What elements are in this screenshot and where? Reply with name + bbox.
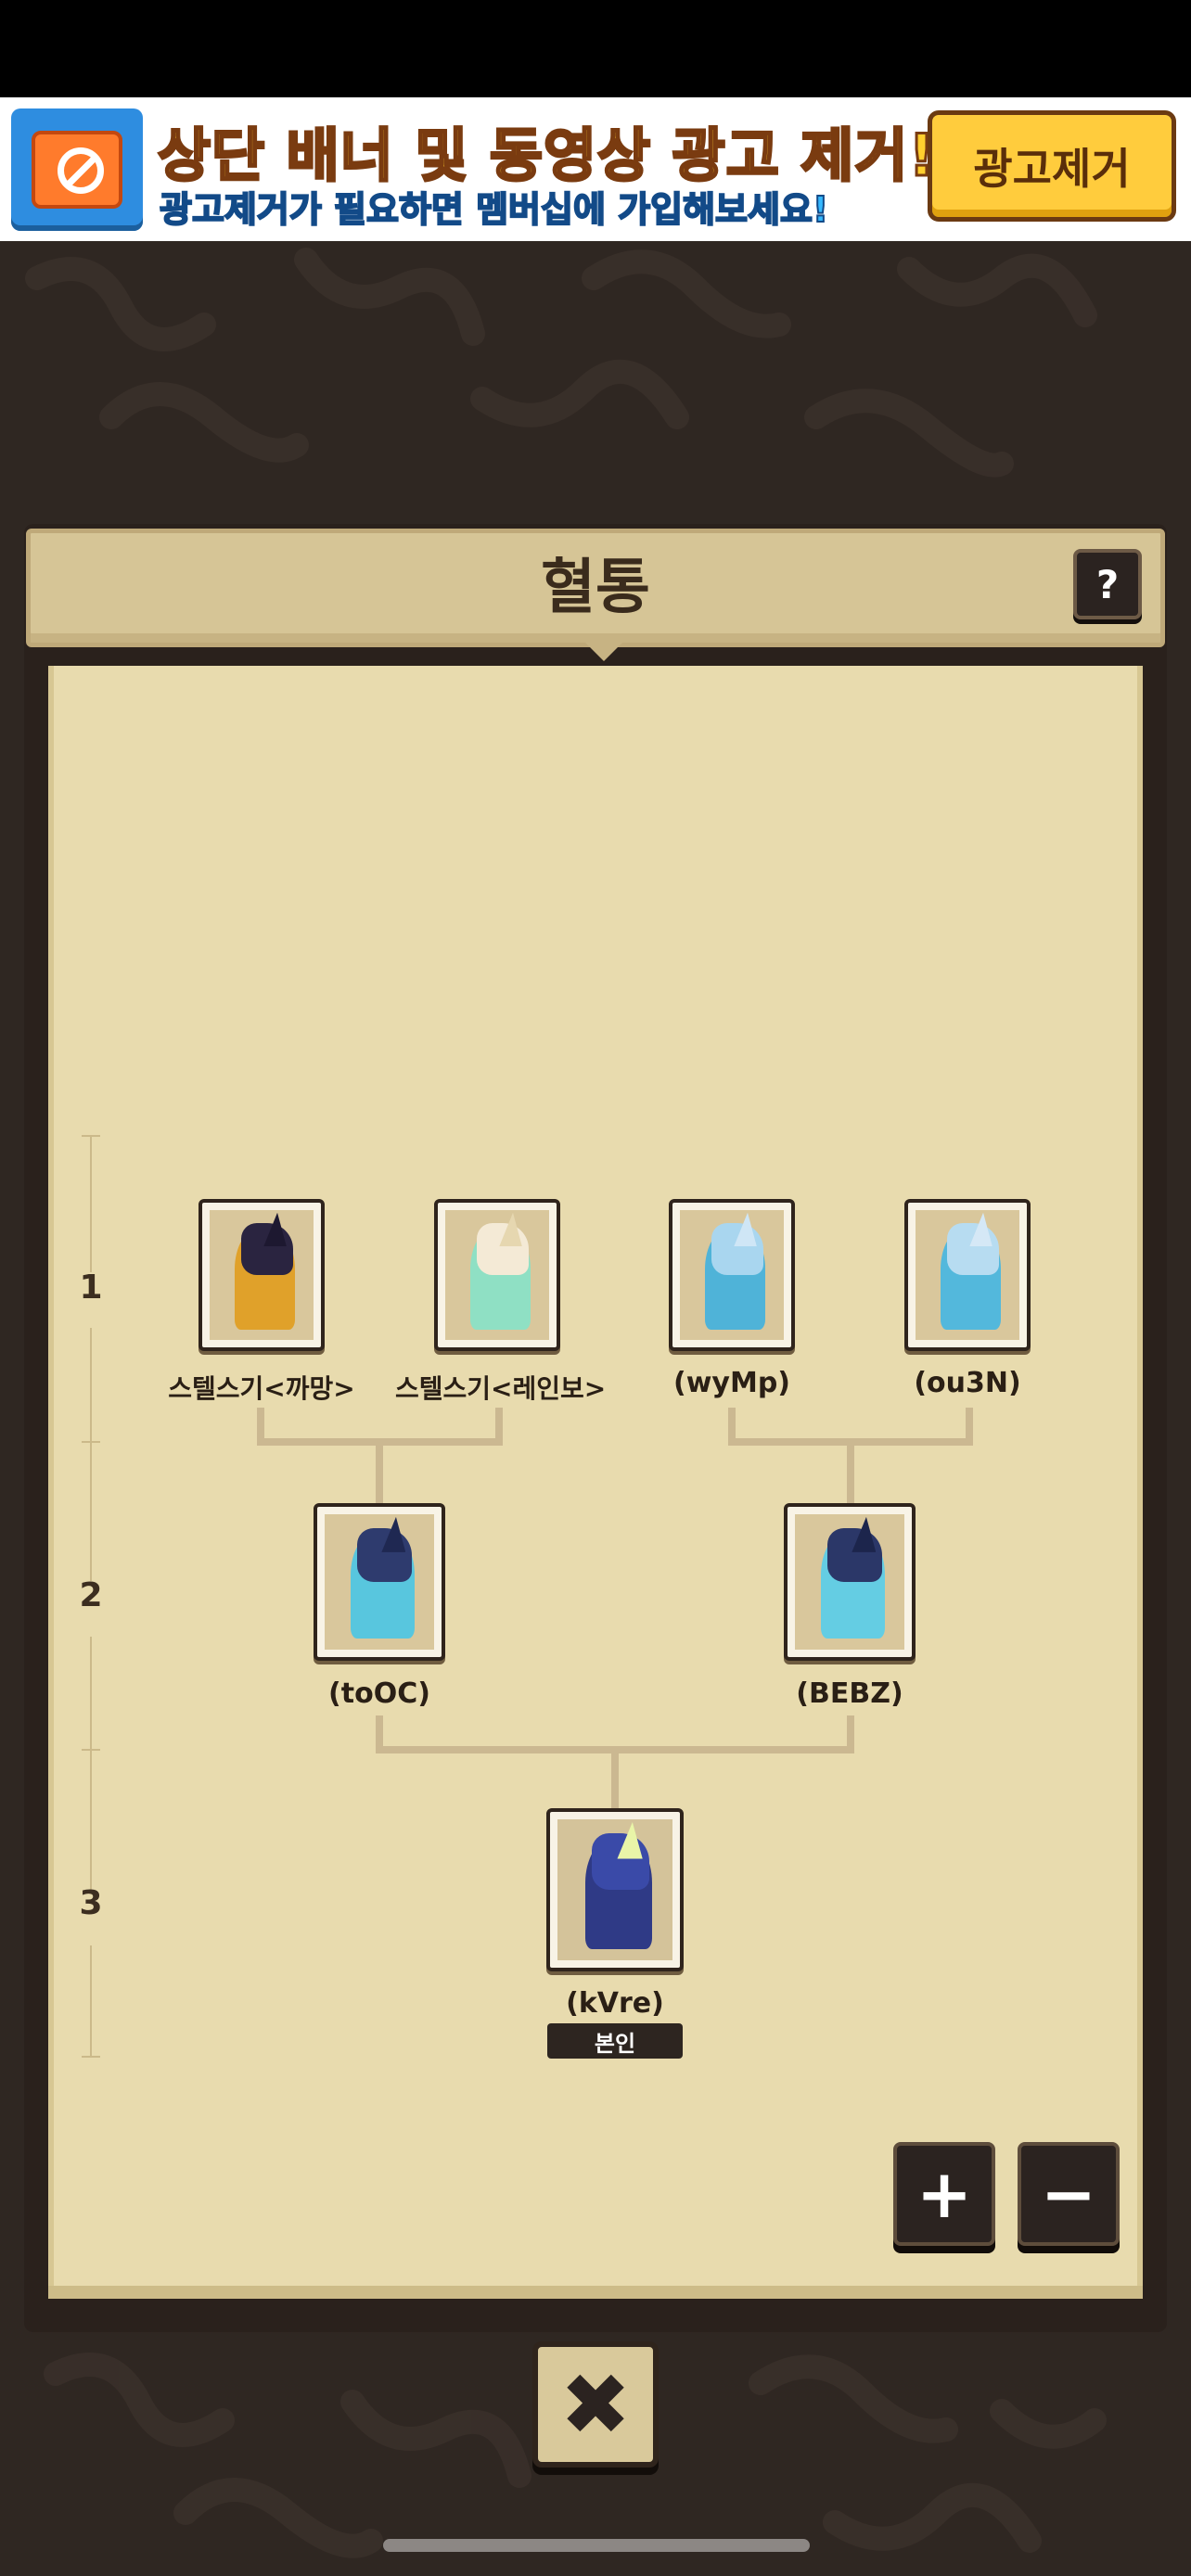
dragon-name: (BEBZ): [796, 1677, 903, 1710]
ad-subtitle: 광고제거가 필요하면 멤버십에 가입해보세요!: [159, 188, 829, 231]
self-badge: 본인: [547, 2023, 683, 2059]
generation-label-2: 2: [79, 1576, 103, 1614]
panel-title: 혈통: [541, 554, 650, 622]
panel-header: 혈통: [26, 529, 1165, 661]
ad-title: 상단 배너 및 동영상 광고 제거!: [157, 121, 937, 191]
generation-label-1: 1: [79, 1269, 103, 1307]
home-indicator: [383, 2539, 810, 2552]
remove-ads-button[interactable]: 광고제거: [928, 110, 1176, 222]
dragon-name: (wyMp): [672, 1367, 791, 1399]
close-button[interactable]: ✖: [532, 2341, 659, 2468]
ad-banner[interactable]: 상단 배너 및 동영상 광고 제거! 광고제거가 필요하면 멤버십에 가입해보세…: [0, 97, 1191, 241]
dragon-card-self[interactable]: [546, 1808, 684, 1971]
dragon-name: (toOC): [328, 1677, 430, 1710]
dragon-card[interactable]: [314, 1503, 445, 1661]
zoom-out-button[interactable]: −: [1018, 2142, 1120, 2246]
dragon-card[interactable]: [784, 1503, 916, 1661]
dragon-card[interactable]: [434, 1199, 560, 1351]
ad-remove-icon: [11, 108, 143, 231]
zoom-in-button[interactable]: +: [893, 2142, 995, 2246]
dragon-name: (ou3N): [914, 1367, 1021, 1399]
status-bar: [0, 0, 1191, 97]
generation-label-3: 3: [79, 1884, 103, 1922]
paper-edge: [48, 2286, 1143, 2299]
dragon-name: 스텔스기<레인보>: [395, 1373, 607, 1404]
dragon-name: (kVre): [566, 1987, 664, 2020]
dragon-name: 스텔스기<까망>: [168, 1373, 355, 1404]
dragon-card[interactable]: [198, 1199, 325, 1351]
dragon-card[interactable]: [669, 1199, 795, 1351]
dragon-card[interactable]: [904, 1199, 1031, 1351]
help-button[interactable]: ?: [1073, 549, 1142, 619]
